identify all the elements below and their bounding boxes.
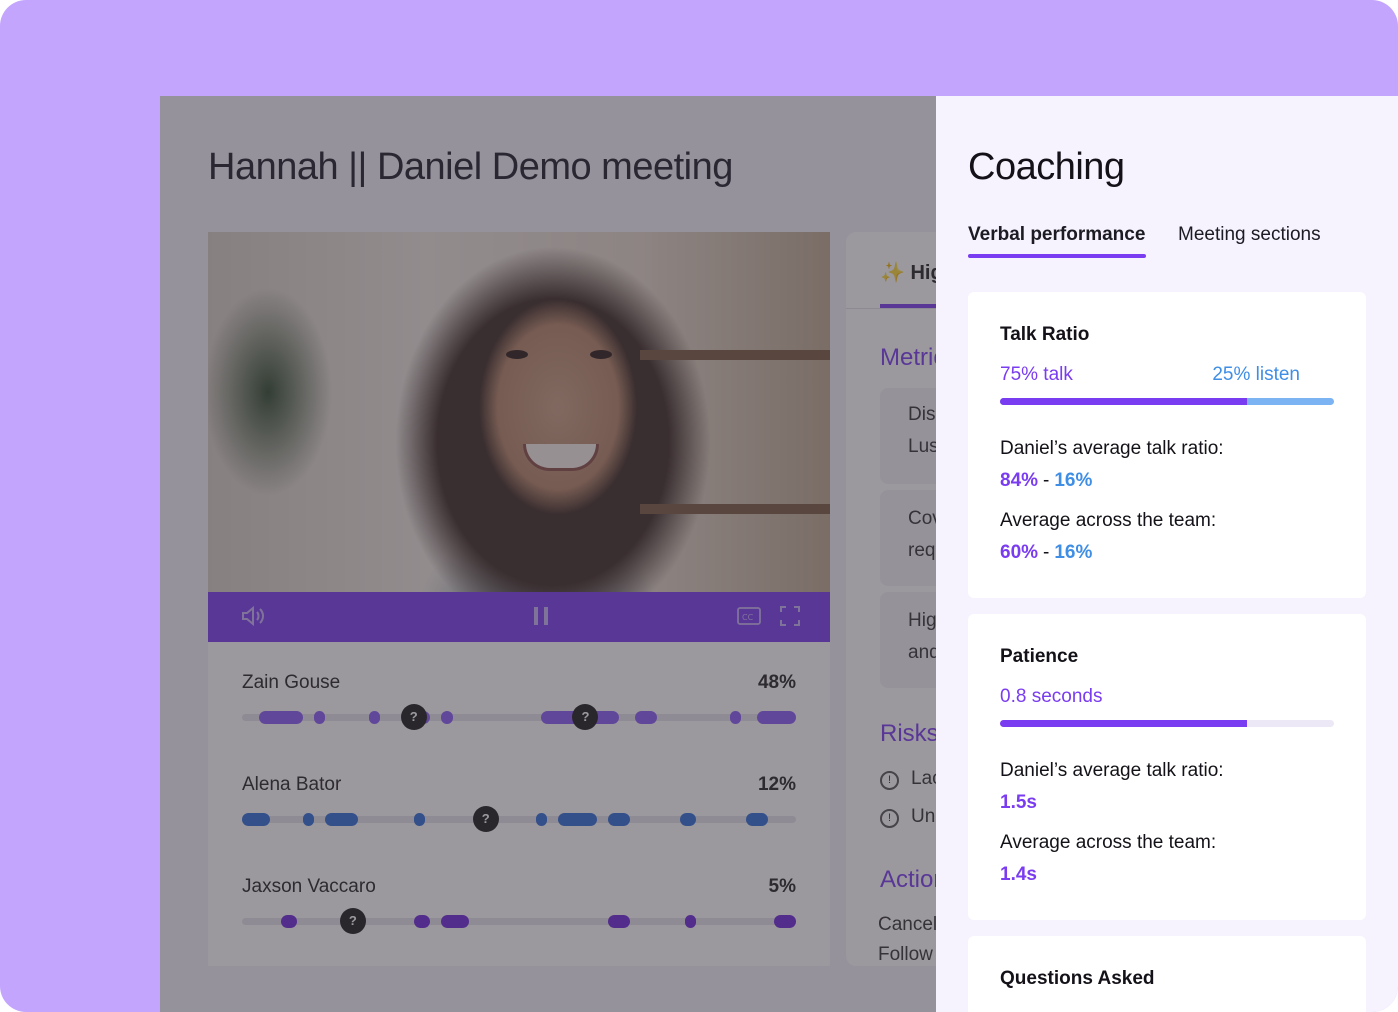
daniel-listen-value: 16% — [1054, 470, 1093, 491]
daniel-average-label: Daniel’s average talk ratio: — [1000, 438, 1224, 459]
coaching-panel: Coaching Verbal performance Meeting sect… — [936, 96, 1398, 1012]
talk-percent-label: 75% talk — [1000, 364, 1073, 385]
listen-percent-label: 25% listen — [1212, 364, 1300, 385]
patience-bar-fill — [1000, 720, 1248, 727]
patience-card: Patience 0.8 seconds Daniel’s average ta… — [968, 614, 1366, 920]
team-average-value: 60% -16% — [1000, 542, 1093, 563]
modal-overlay[interactable] — [160, 96, 936, 1012]
talk-ratio-bar — [1000, 398, 1334, 405]
team-average-label: Average across the team: — [1000, 510, 1217, 531]
active-tab-underline — [968, 254, 1146, 258]
team-patience-value: 1.4s — [1000, 864, 1037, 885]
talk-ratio-card: Talk Ratio 75% talk 25% listen Daniel’s … — [968, 292, 1366, 598]
tab-meeting-sections[interactable]: Meeting sections — [1178, 224, 1321, 246]
daniel-patience-value: 1.5s — [1000, 792, 1037, 813]
tab-verbal-performance[interactable]: Verbal performance — [968, 224, 1145, 246]
patience-bar — [1000, 720, 1334, 727]
team-listen-value: 16% — [1054, 542, 1093, 563]
team-talk-value: 60% — [1000, 542, 1039, 563]
coaching-title: Coaching — [968, 146, 1125, 188]
talk-ratio-heading: Talk Ratio — [1000, 324, 1090, 345]
daniel-average-value: 84% -16% — [1000, 470, 1093, 491]
patience-value-label: 0.8 seconds — [1000, 686, 1103, 707]
daniel-talk-value: 84% — [1000, 470, 1039, 491]
daniel-patience-label: Daniel’s average talk ratio: — [1000, 760, 1224, 781]
questions-heading: Questions Asked — [1000, 968, 1155, 989]
background-frame: Hannah || Daniel Demo meeting CC — [0, 0, 1398, 1012]
team-patience-label: Average across the team: — [1000, 832, 1217, 853]
questions-card: Questions Asked — [968, 936, 1366, 1012]
talk-ratio-bar-fill — [1000, 398, 1248, 405]
patience-heading: Patience — [1000, 646, 1079, 667]
